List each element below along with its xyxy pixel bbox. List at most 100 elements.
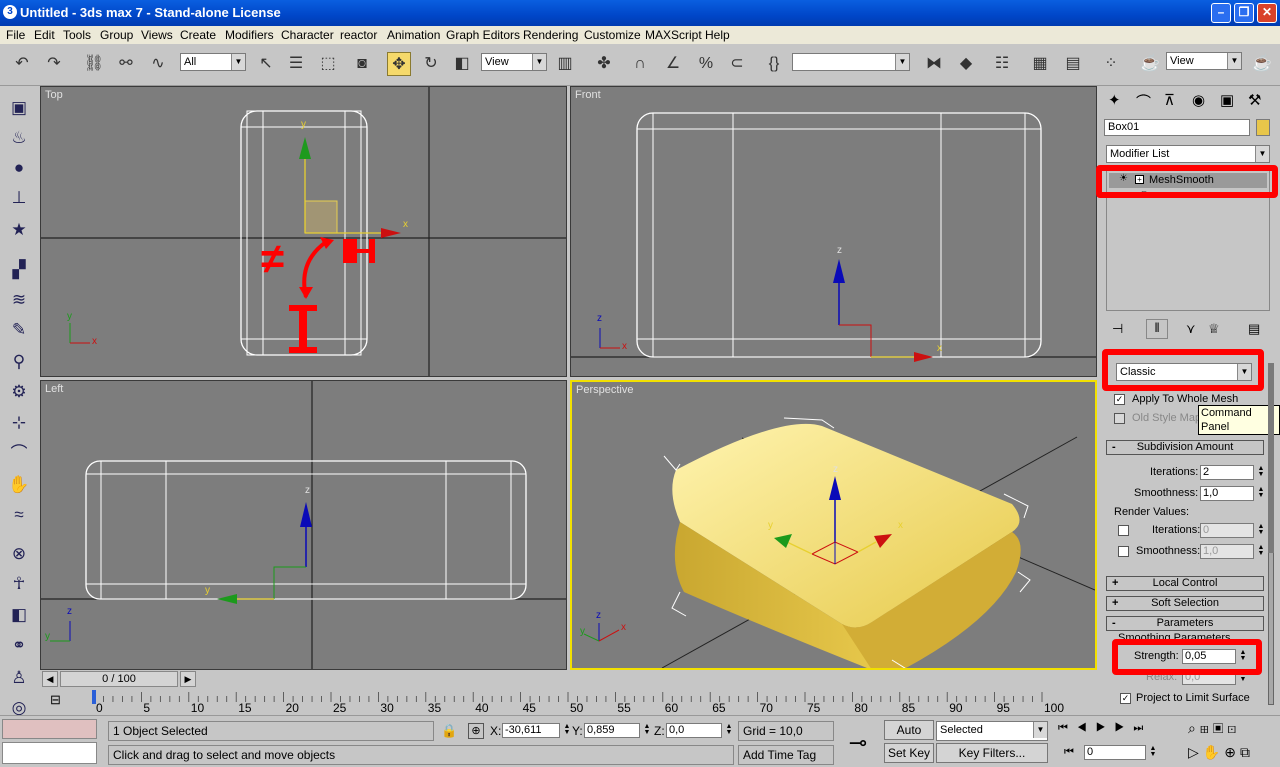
spinner-arrows-icon[interactable]: ▲ ▼ (1255, 486, 1267, 500)
select-and-scale-icon[interactable]: ◧ (450, 52, 474, 76)
window-crossing-icon[interactable]: ◙ (350, 52, 374, 76)
display-tab-icon[interactable]: ▣ (1220, 91, 1234, 109)
make-unique-icon[interactable]: ⋎ (1186, 321, 1196, 337)
pan-icon[interactable]: ✋ (1203, 744, 1224, 760)
current-frame-field[interactable]: 0 ▲ ▼ (1084, 745, 1156, 760)
maxscript-listener-mini[interactable] (2, 719, 97, 739)
utilities-tab-icon[interactable]: ⚒ (1248, 91, 1261, 109)
motion-tab-icon[interactable]: ◉ (1192, 91, 1205, 109)
key-mode-toggle-icon[interactable]: ⏮ (1064, 746, 1074, 759)
brush-icon[interactable]: ⚲ (6, 349, 32, 375)
viewport-left[interactable]: Left z y z y (40, 380, 567, 670)
menu-rendering[interactable]: Rendering (523, 28, 578, 42)
next-frame-icon[interactable]: ▶ (180, 671, 196, 687)
hand-icon[interactable]: ✋ (6, 472, 32, 498)
reference-coordinate-dropdown[interactable]: View ▼ (481, 53, 547, 71)
spinner-arrows-icon[interactable]: ▲ ▼ (1147, 745, 1159, 759)
key-mode-dropdown[interactable]: Selected ▼ (936, 721, 1048, 741)
zoom-icon[interactable]: ⌕ (1188, 720, 1200, 736)
z-coord-field[interactable]: 0,0 ▲ ▼ (666, 723, 732, 738)
parameters-rollout[interactable]: - Parameters (1106, 616, 1264, 631)
zoom-all-icon[interactable]: ⊞ (1200, 720, 1213, 736)
scrollbar-thumb[interactable] (1268, 363, 1274, 553)
cone-stack-icon[interactable]: ≋ (6, 287, 32, 313)
frame-indicator[interactable]: 0 / 100 (60, 671, 178, 687)
old-style-mapping-checkbox[interactable] (1114, 413, 1125, 424)
viewport-front[interactable]: Front z x z x (570, 86, 1097, 377)
selection-filter-dropdown[interactable]: All ▼ (180, 53, 246, 71)
percent-snap-icon[interactable]: % (694, 52, 718, 76)
pivot-icon[interactable]: ⊹ (6, 410, 32, 436)
menu-edit[interactable]: Edit (34, 28, 55, 42)
set-key-button[interactable]: Set Key (884, 743, 934, 763)
play-icon[interactable]: ▶ (1096, 722, 1115, 734)
local-control-rollout[interactable]: + Local Control (1106, 576, 1264, 591)
next-key-icon[interactable]: ▶ (1115, 722, 1134, 734)
zoom-extents-all-icon[interactable]: ⊡ (1227, 720, 1240, 736)
align-icon[interactable]: ◆ (954, 52, 978, 76)
sphere-icon[interactable]: ● (6, 155, 32, 181)
lamp-icon[interactable]: ⌒ (6, 441, 32, 467)
rectangular-selection-icon[interactable]: ⬚ (316, 52, 340, 76)
y-coord-field[interactable]: 0,859 ▲ ▼ (584, 723, 650, 738)
show-end-result-icon[interactable]: ‖ (1146, 319, 1168, 339)
auto-key-button[interactable]: Auto Key (884, 720, 934, 755)
link-icon[interactable]: ⚭ (6, 633, 32, 659)
maximize-viewport-icon[interactable]: ⧉ (1240, 744, 1254, 760)
redo-icon[interactable]: ↷ (42, 52, 66, 76)
waves-icon[interactable]: ≈ (6, 502, 32, 528)
render-smoothness-checkbox[interactable] (1118, 546, 1129, 557)
mirror-icon[interactable]: ⧓ (922, 52, 946, 76)
menu-customize[interactable]: Customize (584, 28, 641, 42)
modifier-list-dropdown[interactable]: Modifier List ▼ (1106, 145, 1270, 163)
edit-named-selection-icon[interactable]: {} (762, 52, 786, 76)
menu-graph-editors[interactable]: Graph Editors (446, 28, 520, 42)
rings-icon[interactable]: ⊗ (6, 541, 32, 567)
absolute-mode-icon[interactable]: ⊕ (468, 723, 484, 739)
spinner-arrows-icon[interactable]: ▲ ▼ (723, 723, 735, 737)
cylinder-icon[interactable]: ⊥ (6, 185, 32, 211)
bind-space-warp-icon[interactable]: ∿ (146, 52, 170, 76)
maximize-button[interactable]: ❐ (1234, 3, 1254, 23)
subdivision-amount-rollout[interactable]: - Subdivision Amount (1106, 440, 1264, 455)
configure-sets-icon[interactable]: ▤ (1248, 321, 1260, 337)
spinner-arrows-icon[interactable]: ▲ ▼ (1255, 465, 1267, 479)
unlink-icon[interactable]: ⚯ (114, 52, 138, 76)
star-icon[interactable]: ★ (6, 217, 32, 243)
menu-create[interactable]: Create (180, 28, 216, 42)
hierarchy-tab-icon[interactable]: ⊼ (1164, 91, 1175, 109)
apply-whole-mesh-checkbox[interactable]: ✓ (1114, 394, 1125, 405)
select-by-name-icon[interactable]: ☰ (284, 52, 308, 76)
snap-toggle-icon[interactable]: ∩ (628, 52, 652, 76)
teapot-icon[interactable]: ♨ (6, 125, 32, 151)
current-time-marker[interactable] (92, 690, 96, 704)
layer-manager-icon[interactable]: ☷ (990, 52, 1014, 76)
create-geometry-icon[interactable]: ▣ (6, 95, 32, 121)
figure-icon[interactable]: ♙ (6, 665, 32, 691)
menu-group[interactable]: Group (100, 28, 133, 42)
render-smoothness-spinner[interactable]: 1,0 ▲ ▼ (1200, 544, 1264, 559)
spinner-snap-icon[interactable]: ⊂ (725, 52, 749, 76)
menu-reactor[interactable]: reactor (340, 28, 377, 42)
render-iterations-checkbox[interactable] (1118, 525, 1129, 536)
select-and-rotate-icon[interactable]: ↻ (419, 52, 443, 76)
pivot-center-icon[interactable]: ▥ (553, 52, 577, 76)
menu-animation[interactable]: Animation (387, 28, 440, 42)
go-to-start-icon[interactable]: ⏮ (1058, 722, 1077, 734)
viewport-top[interactable]: Top y x ≠ y x (40, 86, 567, 377)
pen-icon[interactable]: ✎ (6, 317, 32, 343)
field-of-view-icon[interactable]: ▷ (1188, 744, 1203, 760)
curve-editor-icon[interactable]: ▦ (1028, 52, 1052, 76)
select-object-icon[interactable]: ↖ (254, 52, 278, 76)
remove-modifier-icon[interactable]: ♕ (1208, 321, 1220, 337)
project-limit-checkbox[interactable]: ✓ (1120, 693, 1131, 704)
menu-tools[interactable]: Tools (63, 28, 91, 42)
angle-snap-icon[interactable]: ∠ (661, 52, 685, 76)
pin-stack-icon[interactable]: ⊣ (1112, 321, 1123, 337)
spinner-arrows-icon[interactable]: ▲ ▼ (1255, 523, 1267, 537)
spinner-arrows-icon[interactable]: ▲ ▼ (641, 723, 653, 737)
render-scene-icon[interactable]: ☕ (1138, 52, 1162, 76)
schematic-view-icon[interactable]: ▤ (1061, 52, 1085, 76)
material-editor-icon[interactable]: ⁘ (1099, 52, 1123, 76)
iterations-spinner[interactable]: 2 ▲ ▼ (1200, 465, 1264, 480)
